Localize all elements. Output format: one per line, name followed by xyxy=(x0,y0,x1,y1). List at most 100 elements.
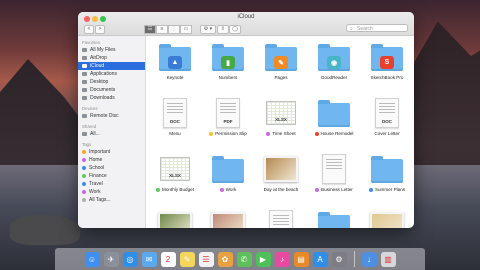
folder-icon: ✎ xyxy=(265,44,297,71)
trash-icon[interactable]: ▥ xyxy=(380,251,396,267)
file-item[interactable] xyxy=(255,210,307,228)
sidebar-item-device-0[interactable]: Remote Disc xyxy=(78,112,145,120)
file-type-label: XLSX xyxy=(169,173,181,178)
file-item[interactable]: Business Letter xyxy=(308,154,360,210)
sidebar-item-shared-0[interactable]: All... xyxy=(78,130,145,138)
sidebar-item-tag-5[interactable]: Work xyxy=(78,188,145,196)
file-item[interactable]: ◉ GoodReader xyxy=(308,42,360,98)
file-item[interactable]: Work xyxy=(202,154,254,210)
facetime-icon[interactable]: ▶ xyxy=(255,251,271,267)
file-thumbnail: XLSX xyxy=(264,98,298,128)
sidebar-item-favorite-0[interactable]: All My Files xyxy=(78,46,145,54)
file-item[interactable]: House Remodel xyxy=(308,98,360,154)
sidebar-item-favorite-label: AirDrop xyxy=(90,55,107,61)
file-name: Work xyxy=(225,187,237,192)
file-item[interactable] xyxy=(202,210,254,228)
spreadsheet-icon: XLSX xyxy=(160,157,190,181)
file-item[interactable] xyxy=(308,210,360,228)
messages-icon[interactable]: ✆ xyxy=(236,251,252,267)
reminders-icon[interactable]: ☰ xyxy=(198,251,214,267)
photo-thumbnail xyxy=(211,212,245,228)
file-item[interactable]: ▮ Numbers xyxy=(202,42,254,98)
notes-icon[interactable]: ✎ xyxy=(179,251,195,267)
list-view-button[interactable]: ≡ xyxy=(156,25,168,34)
title-bar: iCloud < > ☷ ≡ ⋮ ▭ ⚙ ▾ ⇪ ◯ ⌕ Search xyxy=(78,12,414,36)
action-menu-button[interactable]: ⚙ ▾ xyxy=(200,25,216,34)
calendar-icon[interactable]: 2 xyxy=(160,251,176,267)
file-type-label: DOC xyxy=(382,119,392,124)
file-label: Time Sheet xyxy=(266,131,296,136)
file-thumbnail xyxy=(370,154,404,184)
file-item[interactable] xyxy=(361,210,413,228)
forward-button[interactable]: > xyxy=(95,25,105,34)
finder-icon[interactable]: ☺ xyxy=(84,251,100,267)
ibooks-icon[interactable]: ▤ xyxy=(293,251,309,267)
photos-icon[interactable]: ✿ xyxy=(217,251,233,267)
file-label: Pages xyxy=(274,75,287,80)
file-thumbnail: ▮ xyxy=(211,42,245,72)
column-view-button[interactable]: ⋮ xyxy=(168,25,180,34)
sidebar-item-favorite-2[interactable]: iCloud xyxy=(78,62,145,70)
sidebar-item-favorite-1[interactable]: AirDrop xyxy=(78,54,145,62)
shared-header: Shared xyxy=(82,124,97,129)
icon-view-button[interactable]: ☷ xyxy=(144,25,156,34)
sidebar-item-favorite-4[interactable]: Desktop xyxy=(78,78,145,86)
cover-flow-button[interactable]: ▭ xyxy=(180,25,192,34)
back-button[interactable]: < xyxy=(84,25,94,34)
sidebar-item-tag-6[interactable]: All Tags... xyxy=(78,196,145,204)
file-thumbnail: S xyxy=(370,42,404,72)
document-icon xyxy=(269,210,293,228)
finder-window: iCloud < > ☷ ≡ ⋮ ▭ ⚙ ▾ ⇪ ◯ ⌕ Search Favo… xyxy=(78,12,414,228)
sidebar-item-favorite-label: iCloud xyxy=(90,63,105,69)
tag-button[interactable]: ◯ xyxy=(229,25,241,34)
file-item[interactable]: XLSX Monthly Budget xyxy=(149,154,201,210)
launchpad-icon[interactable]: ✈ xyxy=(103,251,119,267)
tag-color-icon xyxy=(82,198,86,202)
safari-icon[interactable]: ◎ xyxy=(122,251,138,267)
file-item[interactable]: PDF Permission Slip xyxy=(202,98,254,154)
sidebar-item-favorite-5[interactable]: Documents xyxy=(78,86,145,94)
document-icon: PDF xyxy=(216,98,240,128)
keynote-icon: ▲ xyxy=(168,56,182,69)
tag-color-icon xyxy=(82,166,86,170)
itunes-icon[interactable]: ♪ xyxy=(274,251,290,267)
file-item[interactable]: Summer Plans xyxy=(361,154,413,210)
search-input[interactable]: ⌕ Search xyxy=(346,24,408,32)
sidebar-item-tag-4[interactable]: Travel xyxy=(78,180,145,188)
sidebar-item-tag-3[interactable]: Finance xyxy=(78,172,145,180)
sidebar-item-favorite-6[interactable]: Downloads xyxy=(78,94,145,102)
file-item[interactable]: DOC Menu xyxy=(149,98,201,154)
folder-icon xyxy=(82,48,87,52)
sidebar-item-favorite-3[interactable]: Applications xyxy=(78,70,145,78)
file-name: Cover Letter xyxy=(374,131,400,136)
file-label: Monthly Budget xyxy=(156,187,194,192)
share-button[interactable]: ⇪ xyxy=(217,25,229,34)
file-label: House Remodel xyxy=(314,131,353,136)
file-item[interactable]: ▲ Keynote xyxy=(149,42,201,98)
favorites-header: Favorites xyxy=(82,40,101,45)
file-name: Keynote xyxy=(166,75,184,80)
photo-thumbnail xyxy=(264,156,298,182)
sidebar-item-tag-0[interactable]: Important xyxy=(78,148,145,156)
preferences-icon[interactable]: ⚙ xyxy=(331,251,347,267)
mail-icon[interactable]: ✉ xyxy=(141,251,157,267)
file-item[interactable] xyxy=(149,210,201,228)
file-label: Numbers xyxy=(219,75,238,80)
file-thumbnail xyxy=(264,210,298,228)
file-name: SketchBook Pro xyxy=(370,75,404,80)
file-name: Day at the beach xyxy=(263,187,299,192)
file-thumbnail xyxy=(264,154,298,184)
file-item[interactable]: Day at the beach xyxy=(255,154,307,210)
file-item[interactable]: XLSX Time Sheet xyxy=(255,98,307,154)
file-thumbnail xyxy=(158,210,192,228)
downloads-stack-icon[interactable]: ↓ xyxy=(361,251,377,267)
file-item[interactable]: S SketchBook Pro xyxy=(361,42,413,98)
sidebar-item-tag-1[interactable]: Home xyxy=(78,156,145,164)
appstore-icon[interactable]: A xyxy=(312,251,328,267)
file-item[interactable]: DOC Cover Letter xyxy=(361,98,413,154)
file-item[interactable]: ✎ Pages xyxy=(255,42,307,98)
folder-icon: ◉ xyxy=(318,44,350,71)
folder-icon xyxy=(82,80,87,84)
sidebar-item-device-label: Remote Disc xyxy=(90,113,119,119)
sidebar-item-tag-2[interactable]: School xyxy=(78,164,145,172)
